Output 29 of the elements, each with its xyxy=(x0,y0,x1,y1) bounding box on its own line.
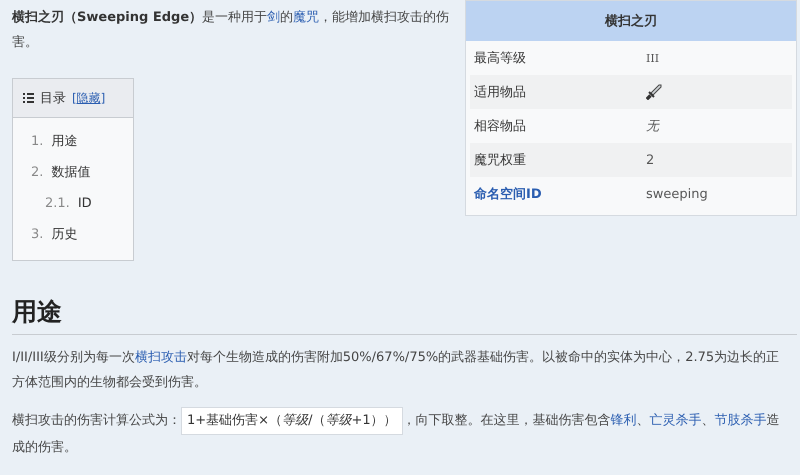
toc-item[interactable]: 2. 数据值 xyxy=(31,157,133,188)
sword-icon xyxy=(646,84,662,100)
toc-title: 目录 xyxy=(40,90,66,107)
infobox-label: 魔咒权重 xyxy=(474,152,526,169)
text-link[interactable]: 魔咒 xyxy=(293,10,320,25)
text-link[interactable]: 节肢杀手 xyxy=(714,413,767,428)
section-heading: 用途 xyxy=(12,295,797,335)
text-link[interactable]: 横扫攻击 xyxy=(134,350,187,365)
toc-item[interactable]: 3. 历史 xyxy=(31,219,133,250)
infobox-value: 无 xyxy=(646,118,659,135)
text-link[interactable]: 锋利 xyxy=(610,413,637,428)
infobox-value: 2 xyxy=(646,152,654,168)
toc-item[interactable]: 1. 用途 xyxy=(31,126,133,157)
list-icon xyxy=(23,93,34,103)
infobox-value: III xyxy=(646,52,660,64)
hide-link[interactable]: [隐藏] xyxy=(72,90,106,106)
text-link[interactable]: 亡灵杀手 xyxy=(650,413,702,428)
toc-item[interactable]: 2.1. ID xyxy=(31,188,133,219)
body-paragraph: I/II/III级分别为每一次横扫攻击对每个生物造成的伤害附加50%/67%/75%的武器基础伤害。以被命中的实体为中心，2.75为边长的正方体范围内的生物都会受到伤害。 xyxy=(12,349,780,392)
text-link[interactable]: 剑 xyxy=(267,10,280,25)
infobox-value: sweeping xyxy=(646,186,708,202)
infobox-label-link[interactable]: 命名空间ID xyxy=(474,185,542,203)
infobox-label: 相容物品 xyxy=(474,118,526,135)
infobox-label: 最高等级 xyxy=(474,50,526,67)
formula: 1+基础伤害×（等级/（等级+1）） xyxy=(181,407,403,435)
infobox-label: 适用物品 xyxy=(474,84,526,101)
intro-paragraph: 横扫之刃（Sweeping Edge）是一种用于剑的魔咒，能增加横扫攻击的伤害。 xyxy=(12,8,450,52)
body-paragraph: 横扫攻击的伤害计算公式为： 1+基础伤害×（等级/（等级+1）） ，向下取整。在这里，基础伤害包含锋利、亡灵杀手、节肢杀手造成的伤害。 xyxy=(12,407,787,460)
infobox-title: 横扫之刃 xyxy=(466,1,796,41)
